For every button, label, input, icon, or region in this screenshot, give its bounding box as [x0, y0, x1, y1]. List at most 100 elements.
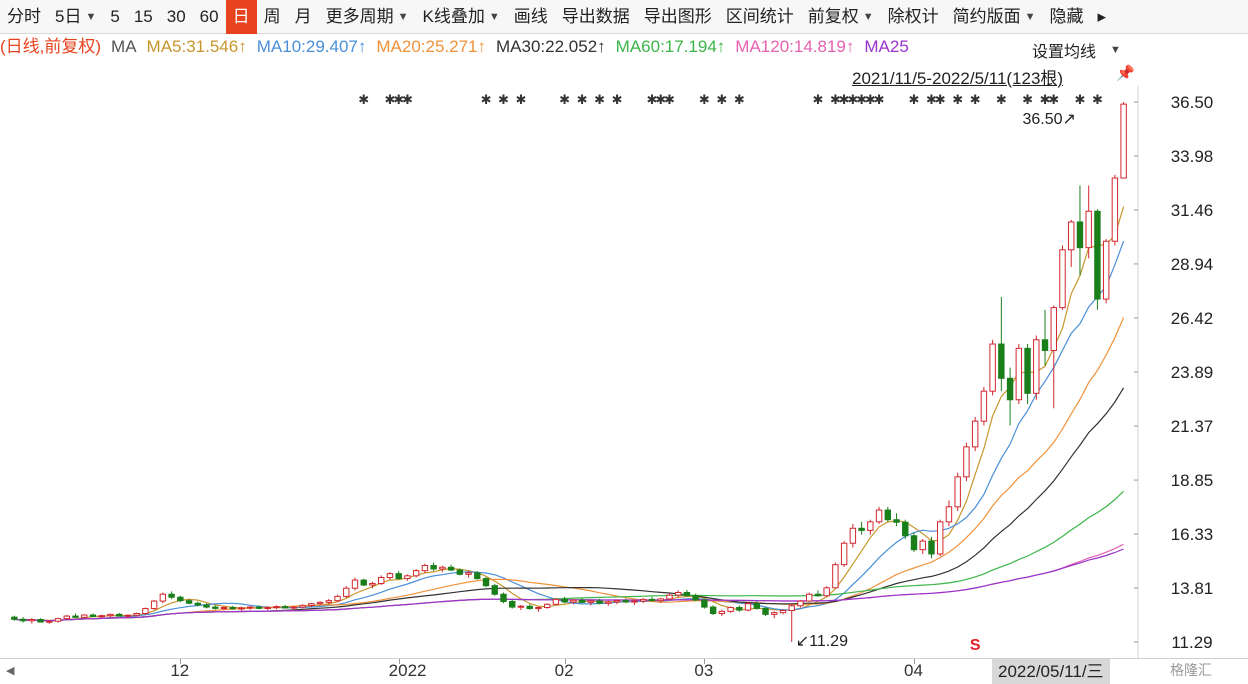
news-marker-icon[interactable]: ✱ [402, 93, 413, 108]
legend-ma-1: MA10:29.407↑ [256, 37, 367, 56]
candle-body [736, 607, 743, 611]
candle-body [692, 595, 699, 601]
toolbar-item-1[interactable]: 5日 ▼ [48, 0, 103, 34]
candle [378, 575, 385, 586]
news-marker-icon[interactable]: ✱ [577, 93, 588, 108]
candle-body [421, 565, 429, 572]
news-marker-icon[interactable]: ✱ [594, 93, 605, 108]
toolbar-item-15[interactable]: 前复权 ▼ [801, 0, 881, 34]
candle [1041, 309, 1049, 366]
news-marker-icon[interactable]: ✱ [952, 93, 963, 108]
toolbar-item-label: 15 [133, 6, 153, 26]
pin-icon[interactable]: 📌 [1116, 64, 1135, 82]
ma-settings-label: 设置均线 [1032, 44, 1097, 61]
candle [168, 591, 175, 599]
candle [1120, 102, 1127, 179]
candle-body [124, 614, 132, 617]
news-marker-icon[interactable]: ✱ [734, 93, 745, 108]
news-marker-icon[interactable]: ✱ [1048, 93, 1059, 108]
candle [439, 565, 446, 573]
news-marker-icon[interactable]: ✱ [935, 93, 946, 108]
ma-settings-dropdown[interactable]: 设置均线 ▼ [1032, 38, 1121, 62]
toolbar-item-18[interactable]: 隐藏 [1043, 0, 1091, 34]
news-marker-icon[interactable]: ✱ [1022, 93, 1033, 108]
candle-body [1120, 103, 1127, 179]
toolbar-item-3[interactable]: 15 [127, 0, 160, 34]
candle [1015, 344, 1023, 405]
watermark: 格隆汇 [1170, 662, 1212, 678]
candle [683, 589, 691, 597]
news-marker-icon[interactable]: ✱ [996, 93, 1007, 108]
candle [1024, 344, 1031, 405]
candle [945, 500, 953, 527]
candle-body [386, 573, 394, 579]
candle-body [351, 579, 359, 589]
candle [37, 618, 44, 623]
news-marker-icon[interactable]: ✱ [559, 93, 570, 108]
candle-body [727, 607, 734, 612]
toolbar-more-icon[interactable]: ▸ [1091, 0, 1114, 34]
candle [919, 538, 926, 554]
news-marker-icon[interactable]: ✱ [358, 93, 369, 108]
candle-body [37, 619, 44, 623]
news-marker-icon[interactable]: ✱ [699, 93, 710, 108]
candle-body [308, 603, 315, 606]
toolbar-item-8[interactable]: 月 [288, 0, 319, 34]
candle-body [971, 420, 979, 448]
candle [893, 513, 900, 527]
news-marker-icon[interactable]: ✱ [909, 93, 920, 108]
toolbar-item-11[interactable]: 画线 [507, 0, 555, 34]
toolbar-item-label: 分时 [7, 6, 41, 26]
toolbar-item-0[interactable]: 分时 [0, 0, 48, 34]
candle-body [587, 600, 595, 603]
candle [482, 577, 490, 588]
candle [1102, 239, 1110, 304]
candle [858, 521, 865, 535]
candle-body [814, 593, 822, 597]
toolbar-item-6[interactable]: 日 [225, 0, 257, 34]
candle-body [500, 593, 507, 603]
news-marker-icon[interactable]: ✱ [498, 93, 509, 108]
toolbar-item-5[interactable]: 60 [193, 0, 226, 34]
candle-body [561, 598, 568, 603]
candle-body [456, 569, 464, 575]
news-marker-icon[interactable]: ✱ [812, 93, 823, 108]
candle [133, 612, 140, 617]
news-marker-icon[interactable]: ✱ [874, 93, 885, 108]
news-marker-icon[interactable]: ✱ [970, 93, 981, 108]
candle-body [89, 614, 97, 618]
candle-body [893, 519, 900, 523]
news-marker-icon[interactable]: ✱ [716, 93, 727, 108]
toolbar-item-9[interactable]: 更多周期 ▼ [319, 0, 416, 34]
scroll-left-icon[interactable]: ◀ [6, 664, 14, 677]
candle-body [229, 607, 236, 610]
toolbar-item-2[interactable]: 5 [103, 0, 126, 34]
news-marker-icon[interactable]: ✱ [612, 93, 623, 108]
news-marker-icon[interactable]: ✱ [1075, 93, 1086, 108]
news-marker-icon[interactable]: ✱ [664, 93, 675, 108]
legend-prefix: (日线,前复权) [0, 37, 102, 56]
toolbar-item-16[interactable]: 除权计 [881, 0, 946, 34]
candle [849, 523, 857, 548]
candle-body [334, 595, 341, 602]
toolbar-item-10[interactable]: K线叠加 ▼ [415, 0, 506, 34]
candle-body [255, 606, 263, 609]
toolbar-item-4[interactable]: 30 [160, 0, 193, 34]
news-marker-icon[interactable]: ✱ [481, 93, 492, 108]
candle-body [674, 592, 682, 596]
toolbar-item-14[interactable]: 区间统计 [719, 0, 801, 34]
toolbar-item-12[interactable]: 导出数据 [555, 0, 637, 34]
toolbar-item-label: 导出数据 [561, 6, 630, 26]
toolbar-item-7[interactable]: 周 [257, 0, 288, 34]
candle [762, 607, 769, 617]
toolbar-item-13[interactable]: 导出图形 [637, 0, 719, 34]
news-marker-icon[interactable]: ✱ [1092, 93, 1103, 108]
candle [622, 598, 629, 604]
candle [640, 598, 647, 604]
news-marker-icon[interactable]: ✱ [516, 93, 527, 108]
candle [115, 612, 123, 617]
candle-body [578, 599, 586, 603]
toolbar-item-17[interactable]: 简约版面 ▼ [946, 0, 1043, 34]
news-markers[interactable]: ✱ ✱✱✱ ✱ ✱ ✱ ✱ ✱ ✱ ✱ ✱✱✱ ✱ ✱ ✱ ✱ ✱✱✱✱✱✱ ✱ ✱✱ ✱ ✱ ✱ ✱ ✱✱ ✱ ✱ [358, 93, 1103, 108]
candle [456, 568, 464, 576]
